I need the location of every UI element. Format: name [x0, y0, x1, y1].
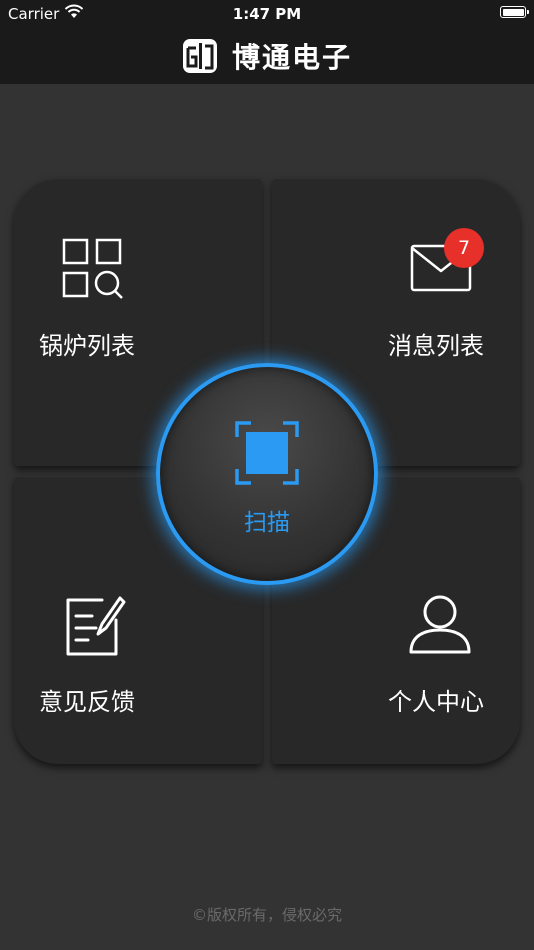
edit-note-icon	[66, 596, 126, 656]
nav-bar: 博通电子	[0, 28, 534, 84]
scan-button[interactable]: 扫描	[156, 363, 378, 585]
message-list-label: 消息列表	[388, 332, 484, 360]
status-bar: Carrier 1:47 PM	[0, 0, 534, 28]
profile-label: 个人中心	[388, 688, 484, 716]
app-title: 博通电子	[231, 41, 352, 74]
boiler-list-label: 锅炉列表	[39, 332, 135, 360]
clock: 1:47 PM	[232, 5, 302, 23]
grid-search-icon	[62, 238, 123, 299]
battery-icon	[500, 6, 529, 18]
unread-badge: 7	[444, 228, 484, 268]
scan-label: 扫描	[244, 510, 290, 536]
copyright-footer: ©版权所有，侵权必究	[191, 906, 342, 924]
boton-logo-icon	[182, 39, 217, 73]
feedback-label: 意见反馈	[39, 688, 135, 716]
scan-icon	[235, 421, 299, 485]
user-icon	[409, 595, 471, 654]
